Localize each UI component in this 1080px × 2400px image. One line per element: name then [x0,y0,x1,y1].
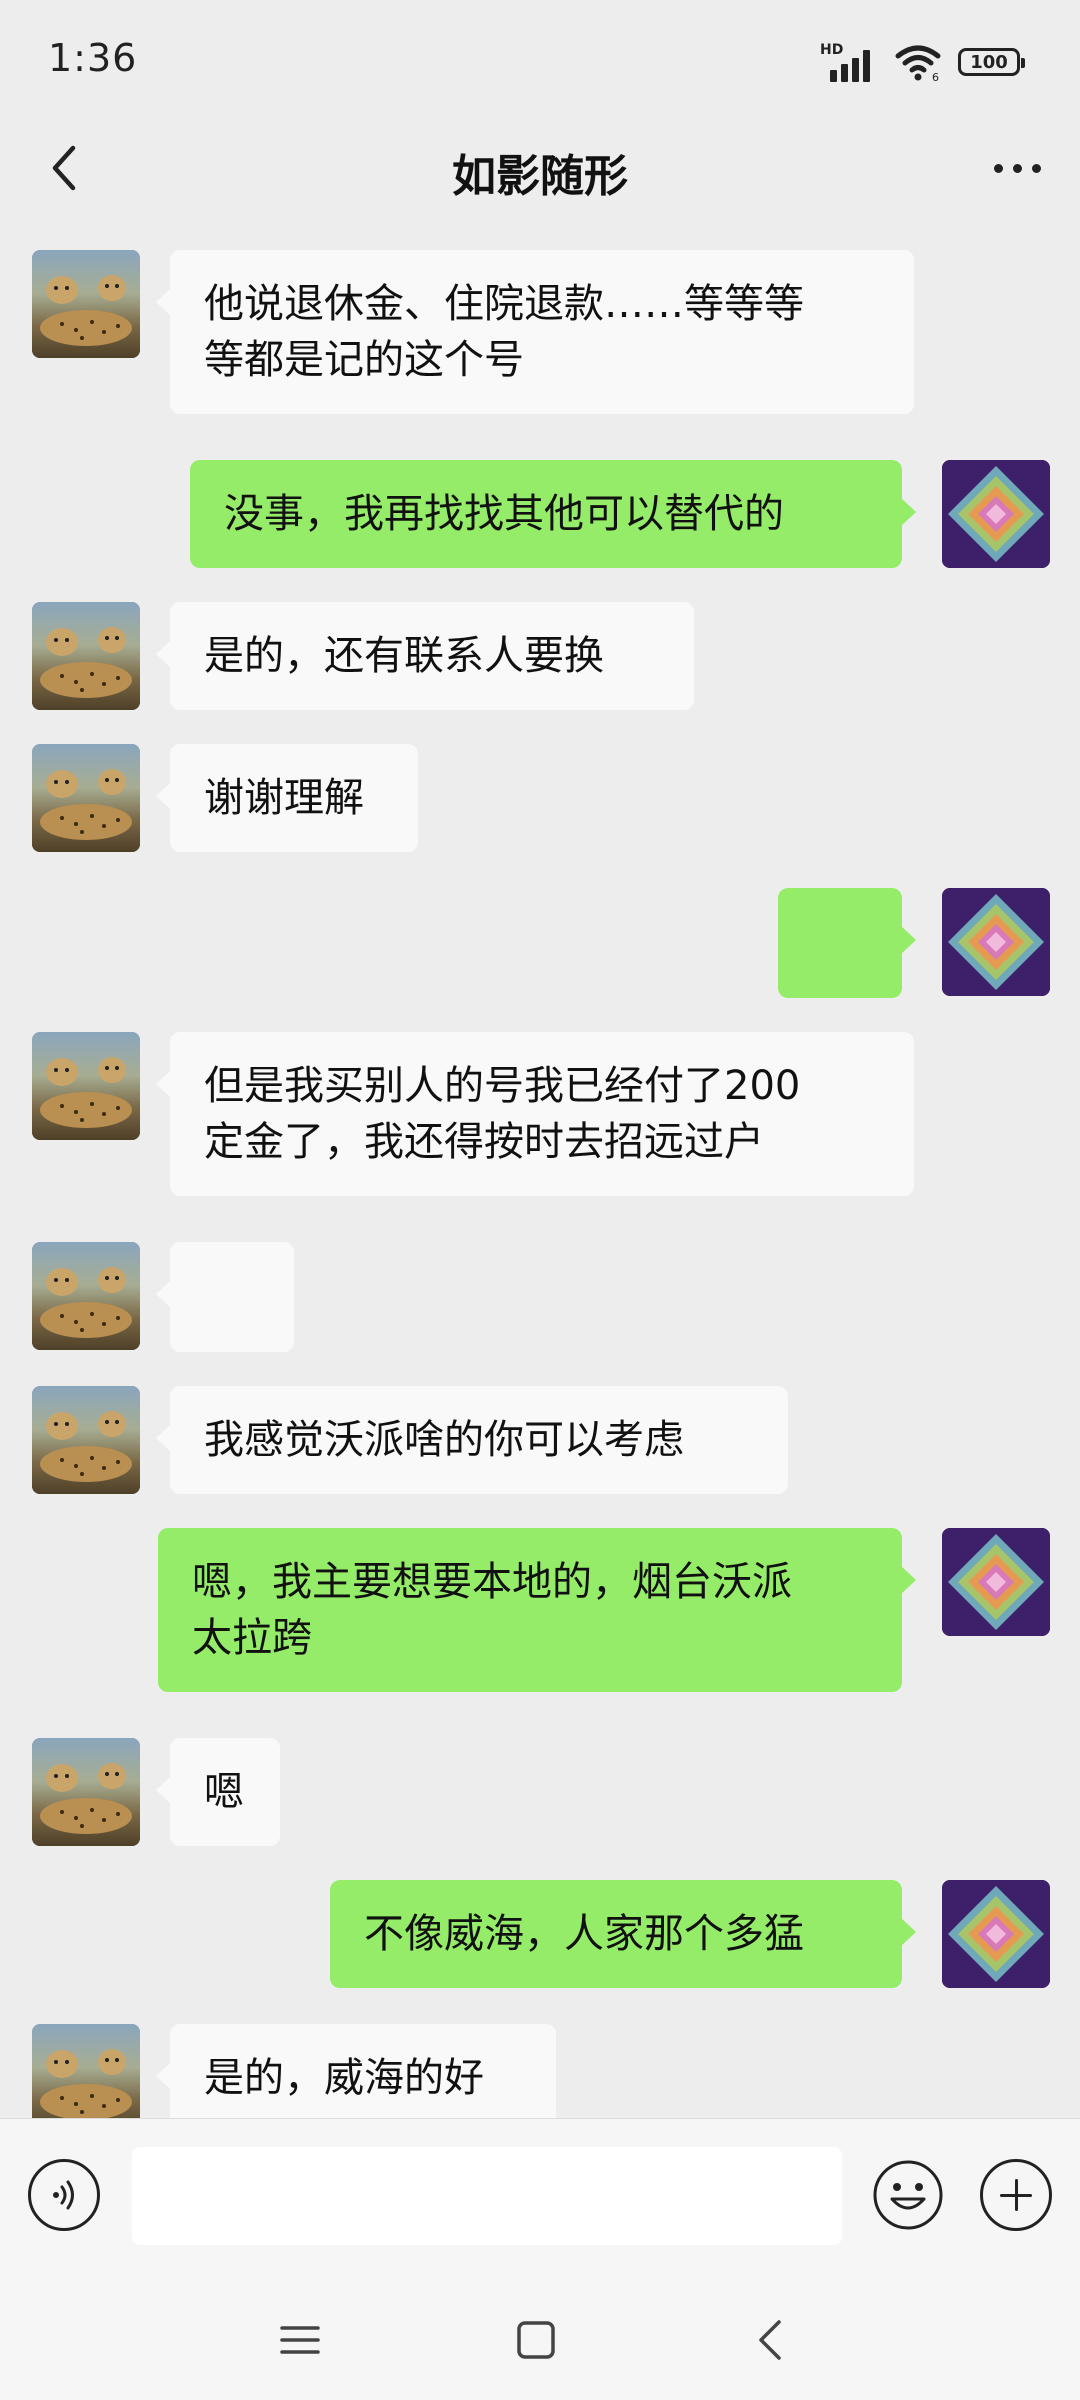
system-nav-bar [0,2280,1080,2400]
voice-button[interactable] [28,2159,100,2231]
contact-avatar[interactable] [32,744,140,852]
message-list[interactable]: 他说退休金、住院退款……等等等 等都是记的这个号 没事，我再找找其他可以替代的 … [0,208,1080,2118]
status-time: 1:36 [48,36,138,80]
message-bubble[interactable]: 但是我买别人的号我已经付了200 定金了，我还得按时去招远过户 [156,1032,914,1196]
menu-icon [280,2326,320,2354]
message-bubble[interactable]: 谢谢理解 [156,744,418,852]
self-avatar[interactable] [942,1528,1050,1636]
message-bubble[interactable]: 嗯，我主要想要本地的，烟台沃派 太拉跨 [158,1528,916,1692]
contact-avatar[interactable] [32,1738,140,1846]
nav-back-button[interactable] [740,2310,800,2370]
emoji-bubble[interactable] [778,888,916,1074]
contact-avatar[interactable] [32,602,140,710]
self-avatar[interactable] [942,888,1050,996]
message-bubble[interactable]: 我感觉沃派啥的你可以考虑 [156,1386,788,1494]
emoji-bubble[interactable] [156,1242,294,1428]
title-bar: 如影随形 [0,128,1080,208]
voice-icon [53,2180,74,2210]
nav-menu-button[interactable] [270,2310,330,2370]
message-input[interactable] [132,2147,842,2245]
contact-avatar[interactable] [32,250,140,358]
svg-text:6: 6 [932,71,939,82]
back-icon [759,2320,781,2360]
more-dot [1031,163,1041,173]
battery-icon: 100 [958,48,1025,76]
more-dot [993,163,1003,173]
message-bubble[interactable]: 他说退休金、住院退款……等等等 等都是记的这个号 [156,250,914,414]
contact-avatar[interactable] [32,2024,140,2118]
contact-avatar[interactable] [32,1242,140,1350]
message-bubble[interactable]: 没事，我再找找其他可以替代的 [190,460,916,568]
chat-title: 如影随形 [452,151,628,202]
self-avatar[interactable] [942,1880,1050,1988]
home-icon [517,2321,555,2359]
input-bar [0,2118,1080,2281]
self-avatar[interactable] [942,460,1050,568]
contact-avatar[interactable] [32,1386,140,1494]
wifi-icon: 6 [895,45,941,82]
nav-home-button[interactable] [506,2310,566,2370]
contact-avatar[interactable] [32,1032,140,1140]
more-button[interactable] [982,138,1052,198]
message-bubble[interactable]: 是的，还有联系人要换 [156,602,694,710]
plus-button[interactable] [980,2159,1052,2231]
more-dot [1012,163,1022,173]
message-bubble[interactable]: 嗯 [156,1738,280,1846]
status-icons: HD 6 100 [820,40,1025,84]
signal-icon: HD [820,42,878,82]
message-bubble[interactable]: 是的，威海的好 [156,2024,556,2118]
smiley-icon[interactable] [872,2159,944,2231]
message-bubble[interactable]: 不像威海，人家那个多猛 [330,1880,916,1988]
status-bar: 1:36 HD 6 100 [0,0,1080,128]
